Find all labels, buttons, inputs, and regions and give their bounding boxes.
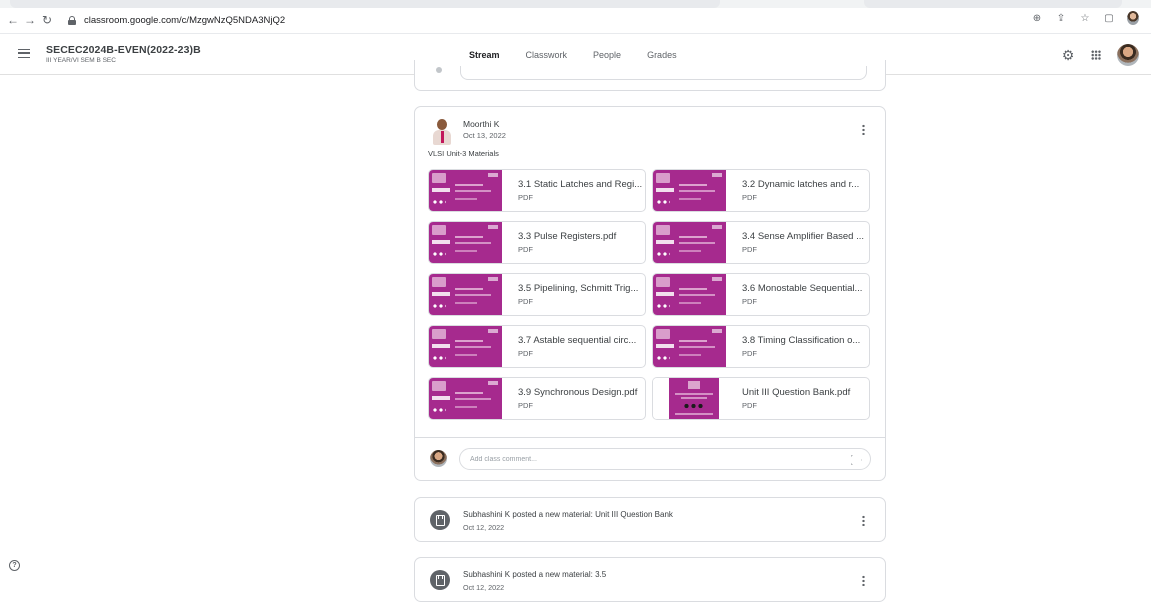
author-avatar: [431, 119, 453, 145]
attachment-card[interactable]: 3.4 Sense Amplifier Based ... PDF: [652, 221, 870, 264]
attachment-title: 3.1 Static Latches and Regi...: [518, 179, 643, 190]
browser-toolbar: ← → ↻ classroom.google.com/c/MzgwNzQ5NDA…: [0, 0, 1151, 34]
pdf-thumbnail: [429, 170, 502, 211]
class-section: III YEAR/VI SEM B SEC: [46, 57, 116, 64]
attachment-card[interactable]: 3.9 Synchronous Design.pdf PDF: [428, 377, 646, 420]
attachment-title: 3.3 Pulse Registers.pdf: [518, 231, 617, 242]
more-options-icon[interactable]: [862, 515, 865, 526]
attachment-card[interactable]: 3.6 Monostable Sequential... PDF: [652, 273, 870, 316]
apps-grid-icon[interactable]: [1091, 50, 1101, 60]
attachment-type: PDF: [742, 349, 757, 358]
attachment-title: 3.5 Pipelining, Schmitt Trig...: [518, 283, 639, 294]
attachment-card[interactable]: 3.2 Dynamic latches and r... PDF: [652, 169, 870, 212]
class-comment-box[interactable]: [459, 448, 871, 470]
attachment-card[interactable]: 3.8 Timing Classification o... PDF: [652, 325, 870, 368]
attachment-title: 3.7 Astable sequential circ...: [518, 335, 637, 346]
pdf-thumbnail: [653, 274, 726, 315]
help-icon[interactable]: ?: [9, 560, 20, 571]
author-name: Moorthi K: [463, 119, 500, 129]
attachment-type: PDF: [742, 193, 757, 202]
attachment-title: 3.9 Synchronous Design.pdf: [518, 387, 638, 398]
more-options-icon[interactable]: [862, 124, 865, 135]
reload-icon[interactable]: ↻: [40, 13, 54, 27]
url-text[interactable]: classroom.google.com/c/MzgwNzQ5NDA3NjQ2: [84, 15, 285, 26]
user-avatar: [430, 450, 447, 467]
attachment-card[interactable]: Unit III Question Bank.pdf PDF: [652, 377, 870, 420]
attachment-type: PDF: [518, 349, 533, 358]
pdf-thumbnail: [429, 326, 502, 367]
more-options-icon[interactable]: [862, 575, 865, 586]
pdf-thumbnail: [653, 222, 726, 263]
browser-tab[interactable]: [864, 0, 1122, 8]
arrow-right-icon[interactable]: →: [23, 13, 37, 27]
lock-icon: [68, 15, 76, 25]
gear-icon[interactable]: ⚙: [1061, 47, 1075, 64]
attachment-type: PDF: [742, 245, 757, 254]
attachment-type: PDF: [518, 245, 533, 254]
attachment-type: PDF: [518, 401, 533, 410]
class-title[interactable]: SECEC2024B-EVEN(2022-23)B: [46, 44, 201, 56]
attachment-title: 3.6 Monostable Sequential...: [742, 283, 863, 294]
post-card: Moorthi K Oct 13, 2022 VLSI Unit-3 Mater…: [414, 106, 886, 481]
comment-input[interactable]: [460, 66, 867, 80]
post-text: VLSI Unit-3 Materials: [428, 149, 499, 158]
pdf-thumbnail: [429, 378, 502, 419]
attachment-title: 3.4 Sense Amplifier Based ...: [742, 231, 864, 242]
class-comment-input[interactable]: [470, 452, 830, 466]
attachment-type: PDF: [742, 297, 757, 306]
attachment-type: PDF: [742, 401, 757, 410]
arrow-left-icon[interactable]: ←: [6, 13, 20, 27]
side-panel-icon[interactable]: ▢: [1103, 13, 1115, 24]
pdf-thumbnail: [653, 170, 726, 211]
account-avatar[interactable]: [1117, 44, 1139, 66]
material-title: Subhashini K posted a new material: 3.5: [463, 570, 607, 579]
attachment-type: PDF: [518, 193, 533, 202]
share-icon[interactable]: ⇪: [1055, 13, 1067, 24]
post-date: Oct 13, 2022: [463, 131, 506, 140]
previous-post-card: [414, 60, 886, 91]
divider: [415, 437, 885, 438]
attachment-type: PDF: [518, 297, 533, 306]
attachment-title: Unit III Question Bank.pdf: [742, 387, 851, 398]
attachment-card[interactable]: 3.7 Astable sequential circ... PDF: [428, 325, 646, 368]
attachment-title: 3.8 Timing Classification o...: [742, 335, 861, 346]
header-actions: ⚙: [1061, 44, 1139, 66]
bookmark-star-icon[interactable]: ☆: [1079, 13, 1091, 24]
material-icon: [430, 570, 450, 590]
address-bar[interactable]: classroom.google.com/c/MzgwNzQ5NDA3NjQ2: [68, 10, 1088, 30]
material-card[interactable]: Subhashini K posted a new material: Unit…: [414, 497, 886, 542]
browser-actions: ⊕ ⇪ ☆ ▢: [1031, 11, 1139, 25]
send-icon[interactable]: [852, 455, 862, 465]
attachment-card[interactable]: 3.3 Pulse Registers.pdf PDF: [428, 221, 646, 264]
material-icon: [430, 510, 450, 530]
pdf-thumbnail: [429, 222, 502, 263]
pdf-thumbnail: [429, 274, 502, 315]
attachment-card[interactable]: 3.5 Pipelining, Schmitt Trig... PDF: [428, 273, 646, 316]
browser-tab[interactable]: [10, 0, 720, 8]
main-menu-icon[interactable]: [18, 49, 30, 58]
pdf-thumbnail: [653, 378, 726, 419]
material-date: Oct 12, 2022: [463, 523, 505, 532]
material-card[interactable]: Subhashini K posted a new material: 3.5 …: [414, 557, 886, 602]
material-title: Subhashini K posted a new material: Unit…: [463, 510, 673, 519]
pdf-thumbnail: [653, 326, 726, 367]
comment-avatar: [436, 67, 442, 73]
browser-profile-avatar[interactable]: [1127, 11, 1139, 25]
attachment-title: 3.2 Dynamic latches and r...: [742, 179, 860, 190]
install-app-icon[interactable]: ⊕: [1031, 13, 1043, 24]
attachment-card[interactable]: 3.1 Static Latches and Regi... PDF: [428, 169, 646, 212]
